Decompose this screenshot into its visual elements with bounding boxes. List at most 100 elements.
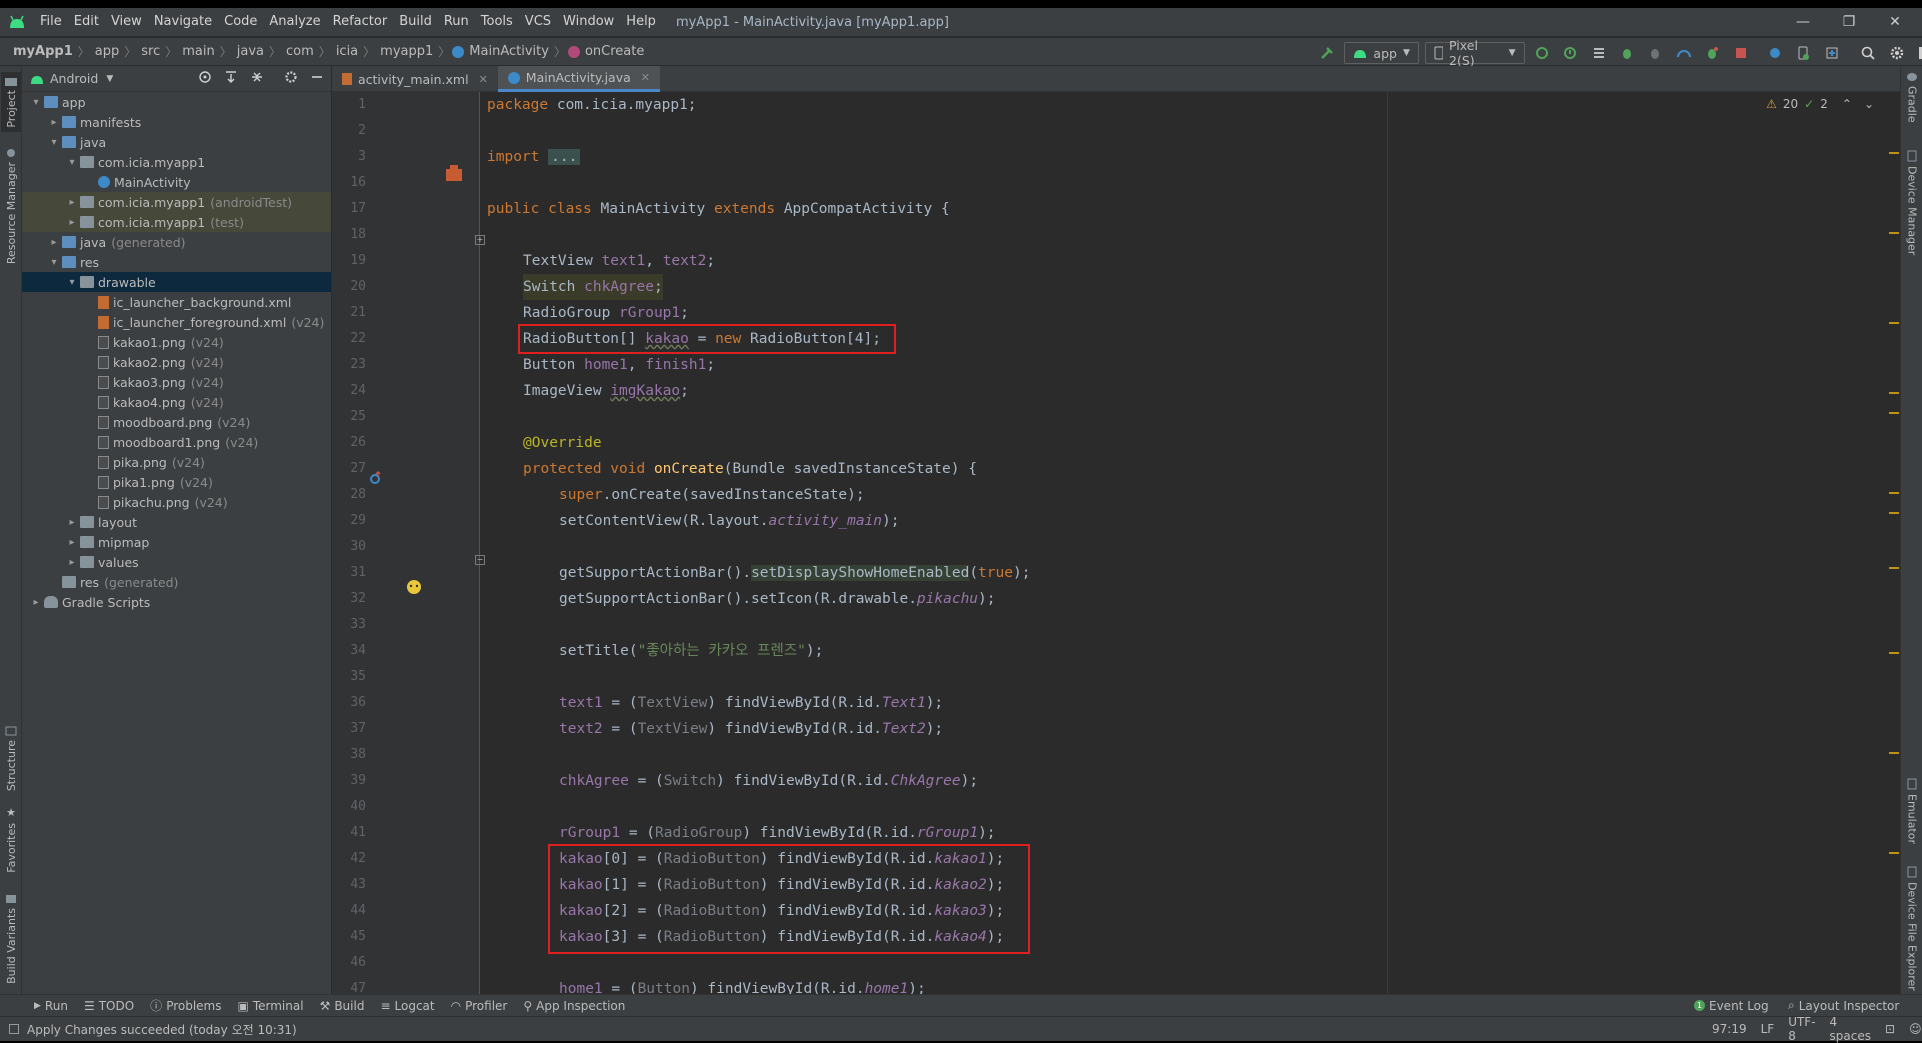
tree-item[interactable]: ▾ java (22, 132, 331, 152)
tree-item[interactable]: ▾ res (22, 252, 331, 272)
tool-tab-profiler[interactable]: ◠ Profiler (443, 999, 516, 1013)
project-view-select[interactable]: Android (50, 71, 98, 86)
tree-item[interactable]: ▾ drawable (22, 272, 331, 292)
warning-stripe-mark[interactable] (1889, 232, 1899, 234)
profile-icon[interactable] (1673, 41, 1695, 65)
tree-item[interactable]: res (generated) (22, 572, 331, 592)
tree-item[interactable]: kakao2.png (v24) (22, 352, 331, 372)
settings-gear-icon[interactable] (1885, 41, 1907, 65)
tool-tab-problems[interactable]: ⓘ Problems (142, 997, 229, 1014)
attach-debugger-icon[interactable] (1644, 41, 1666, 65)
menu-window[interactable]: Window (557, 8, 620, 36)
tree-item[interactable]: kakao4.png (v24) (22, 392, 331, 412)
expand-arrow-icon[interactable]: ▸ (64, 517, 80, 528)
expand-arrow-icon[interactable]: ▾ (28, 97, 44, 108)
tool-tab-terminal[interactable]: ▣ Terminal (230, 999, 312, 1013)
breadcrumb-myapp1-pkg[interactable]: myapp1 (377, 44, 436, 59)
tree-item[interactable]: ▸ values (22, 552, 331, 572)
menu-run[interactable]: Run (438, 8, 475, 36)
hide-panel-icon[interactable] (310, 70, 324, 87)
code-editor[interactable]: 1 2 3 16 17 18 19 20 21 22 23 24 25 26 27 28 29 30 31 32 33 3… (332, 92, 1900, 994)
chevron-up-icon[interactable]: ⌃ (1842, 97, 1852, 111)
tree-item[interactable]: ▾ app (22, 92, 331, 112)
chevron-down-icon[interactable]: ⌄ (1864, 97, 1874, 111)
breadcrumb-src[interactable]: src (138, 44, 163, 59)
stripe-tab-device-manager[interactable]: Device Manager (1902, 150, 1922, 255)
sdk-manager-icon[interactable] (1821, 41, 1843, 65)
tree-item[interactable]: ▸ manifests (22, 112, 331, 132)
tree-item[interactable]: ▸ java (generated) (22, 232, 331, 252)
status-message[interactable]: Apply Changes succeeded (today 오전 10:31) (27, 1021, 297, 1038)
stripe-tab-project[interactable]: Project (1, 72, 21, 132)
menu-code[interactable]: Code (218, 8, 263, 36)
override-method-icon[interactable] (368, 470, 384, 489)
apply-code-changes-icon[interactable] (1559, 41, 1581, 65)
warning-stripe-mark[interactable] (1889, 392, 1899, 394)
warning-stripe-mark[interactable] (1889, 512, 1899, 514)
menu-build[interactable]: Build (393, 8, 438, 36)
collapse-all-icon[interactable] (250, 70, 264, 87)
file-encoding[interactable]: UTF-8 (1788, 1015, 1815, 1043)
warning-stripe-mark[interactable] (1889, 412, 1899, 414)
error-stripe[interactable] (1887, 92, 1899, 994)
device-select[interactable]: Pixel 2(S) ▼ (1424, 38, 1525, 68)
breadcrumb-mainactivity[interactable]: MainActivity (466, 44, 552, 59)
locate-target-icon[interactable] (198, 70, 212, 87)
pikachu-drawable-icon[interactable] (404, 577, 424, 598)
stripe-tab-emulator[interactable]: Emulator (1902, 778, 1922, 844)
expand-arrow-icon[interactable]: ▸ (64, 537, 80, 548)
apply-changes-restart-icon[interactable] (1531, 41, 1553, 65)
tree-item[interactable]: ic_launcher_background.xml (22, 292, 331, 312)
warning-stripe-mark[interactable] (1889, 492, 1899, 494)
menu-navigate[interactable]: Navigate (148, 8, 218, 36)
stripe-tab-structure[interactable]: Structure (1, 726, 21, 791)
breadcrumb-myapp1[interactable]: myApp1 (10, 44, 76, 59)
breadcrumb-oncreate[interactable]: onCreate (582, 44, 647, 59)
tool-tab-layout-inspector[interactable]: ⌕ Layout Inspector (1780, 998, 1907, 1013)
menu-view[interactable]: View (105, 8, 148, 36)
tree-item[interactable]: MainActivity (22, 172, 331, 192)
warning-stripe-mark[interactable] (1889, 852, 1899, 854)
line-separator[interactable]: LF (1761, 1022, 1775, 1036)
close-tab-icon[interactable]: ✕ (641, 71, 650, 84)
stripe-tab-resource-manager[interactable]: Resource Manager (1, 148, 21, 264)
menu-refactor[interactable]: Refactor (327, 8, 394, 36)
expand-arrow-icon[interactable]: ▸ (28, 597, 44, 608)
fold-method-icon[interactable]: − (475, 555, 485, 565)
stripe-tab-device-file-explorer[interactable]: Device File Explorer (1902, 866, 1922, 991)
status-square-icon[interactable] (9, 1024, 19, 1034)
implemented-class-icon[interactable] (444, 165, 464, 186)
sync-gradle-icon[interactable] (1764, 41, 1786, 65)
tree-item[interactable]: ic_launcher_foreground.xml (v24) (22, 312, 331, 332)
breadcrumb-icia[interactable]: icia (333, 44, 361, 59)
tool-tab-app-inspection[interactable]: ⚲ App Inspection (515, 999, 633, 1013)
expand-arrow-icon[interactable]: ▾ (64, 277, 80, 288)
warning-stripe-mark[interactable] (1889, 567, 1899, 569)
close-icon[interactable]: ✕ (1872, 8, 1918, 36)
stripe-tab-favorites[interactable]: ★ Favorites (1, 806, 21, 873)
tool-tab-build[interactable]: ⚒ Build (312, 999, 373, 1013)
tree-item[interactable]: moodboard1.png (v24) (22, 432, 331, 452)
expand-all-icon[interactable] (224, 70, 238, 87)
debug-attach-icon[interactable] (1701, 41, 1723, 65)
tree-item[interactable]: kakao3.png (v24) (22, 372, 331, 392)
indent-setting[interactable]: 4 spaces (1830, 1015, 1871, 1043)
expand-arrow-icon[interactable]: ▸ (64, 217, 80, 228)
expand-arrow-icon[interactable]: ▾ (64, 157, 80, 168)
stripe-tab-gradle[interactable]: Gradle (1902, 72, 1922, 123)
menu-edit[interactable]: Edit (68, 8, 105, 36)
breadcrumb-com[interactable]: com (283, 44, 317, 59)
tool-tab-logcat[interactable]: ≡ Logcat (372, 999, 442, 1013)
coverage-icon[interactable] (1587, 41, 1609, 65)
tree-item[interactable]: pika1.png (v24) (22, 472, 331, 492)
tree-item[interactable]: ▸ com.icia.myapp1 (test) (22, 212, 331, 232)
project-structure-icon[interactable] (1914, 41, 1922, 65)
menu-vcs[interactable]: VCS (519, 8, 557, 36)
tree-item[interactable]: pika.png (v24) (22, 452, 331, 472)
stripe-tab-build-variants[interactable]: Build Variants (1, 894, 21, 984)
tool-tab-event-log[interactable]: 1 Event Log (1686, 999, 1777, 1013)
expand-arrow-icon[interactable]: ▸ (46, 237, 62, 248)
debug-icon[interactable] (1616, 41, 1638, 65)
search-icon[interactable] (1857, 41, 1879, 65)
expand-arrow-icon[interactable]: ▾ (46, 257, 62, 268)
